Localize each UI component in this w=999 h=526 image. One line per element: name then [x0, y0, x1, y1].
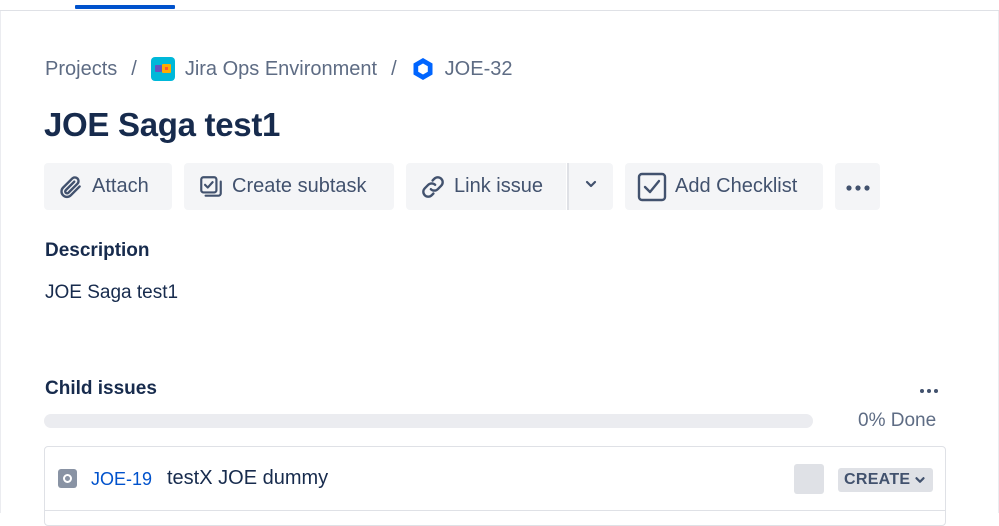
saga-hexagon-icon	[411, 57, 435, 81]
assignee-avatar[interactable]	[794, 464, 824, 494]
attach-label: Attach	[92, 175, 149, 197]
attach-button[interactable]: Attach	[44, 163, 172, 210]
panel-left-border	[0, 11, 1, 513]
breadcrumb-project-link[interactable]: Jira Ops Environment	[150, 57, 378, 81]
add-checklist-button[interactable]: Add Checklist	[625, 163, 823, 210]
child-issues-heading: Child issues	[45, 378, 157, 399]
link-issue-dropdown-button[interactable]	[567, 163, 613, 210]
project-avatar-icon	[150, 57, 175, 81]
add-checklist-label: Add Checklist	[675, 175, 798, 197]
breadcrumb-issue-link[interactable]: JOE-32	[411, 57, 513, 81]
create-subtask-button[interactable]: Create subtask	[184, 163, 394, 210]
child-issues-progress-bar	[44, 414, 813, 428]
breadcrumb: Projects / Jira Ops Environment / JOE-32	[45, 56, 512, 82]
breadcrumb-separator: /	[391, 57, 397, 80]
child-issues-table: JOE-19 testX JOE dummy CREATE	[44, 446, 946, 526]
active-tab-indicator	[75, 5, 175, 9]
breadcrumb-projects-link[interactable]: Projects	[45, 58, 117, 81]
progress-label: 0% Done	[858, 410, 937, 431]
breadcrumb-issue-label: JOE-32	[444, 57, 513, 80]
breadcrumb-separator: /	[131, 57, 137, 80]
create-subtask-label: Create subtask	[232, 175, 367, 197]
child-issue-key-link[interactable]: JOE-19	[91, 469, 152, 490]
checkbox-icon	[637, 172, 667, 202]
ellipsis-icon	[919, 381, 939, 399]
more-actions-button[interactable]	[835, 163, 880, 210]
breadcrumb-project-label: Jira Ops Environment	[184, 57, 378, 80]
top-navigation-bar	[0, 0, 999, 11]
subtask-type-icon	[58, 469, 77, 488]
subtask-icon	[198, 174, 224, 200]
link-icon	[420, 174, 446, 200]
ellipsis-icon	[845, 175, 871, 198]
chevron-down-icon	[583, 175, 599, 198]
status-dropdown[interactable]: CREATE	[838, 468, 934, 492]
description-heading: Description	[45, 240, 150, 261]
issue-title[interactable]: JOE Saga test1	[44, 106, 280, 144]
table-row[interactable]: JOE-19 testX JOE dummy CREATE	[45, 447, 945, 511]
child-issues-more-button[interactable]	[914, 378, 944, 402]
breadcrumb-projects-label: Projects	[45, 57, 118, 80]
description-text[interactable]: JOE Saga test1	[45, 282, 178, 304]
child-issue-summary[interactable]: testX JOE dummy	[167, 467, 328, 490]
chevron-down-icon	[915, 477, 926, 483]
link-issue-label: Link issue	[454, 175, 543, 197]
link-issue-button[interactable]: Link issue	[406, 163, 566, 210]
paperclip-icon	[58, 174, 84, 200]
status-label: CREATE	[844, 471, 911, 488]
